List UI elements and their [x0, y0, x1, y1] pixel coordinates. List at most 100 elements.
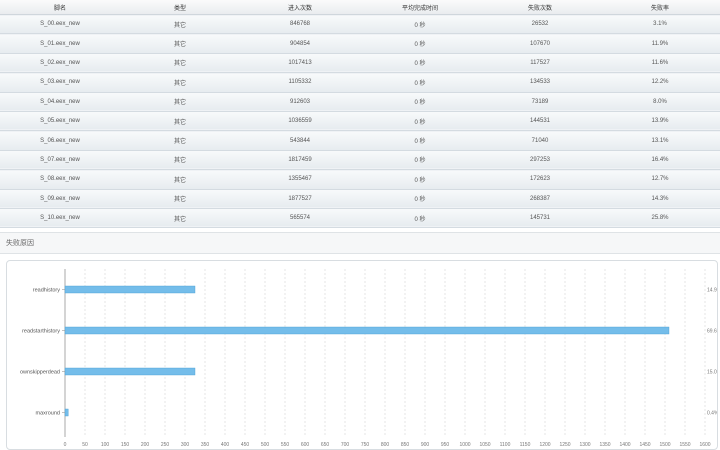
table-cell: 0 秒	[360, 92, 480, 112]
table-row[interactable]: S_08.eex_new 其它 1355467 0 秒 172623 12.7%	[0, 169, 720, 190]
table-cell: S_10.eex_new	[0, 208, 120, 229]
x-tick-label: 1450	[639, 442, 650, 448]
x-tick-label: 1150	[520, 442, 531, 448]
table-cell: 1017413	[240, 53, 360, 74]
bar	[64, 367, 196, 376]
table-row[interactable]: S_03.eex_new 其它 1105332 0 秒 134533 12.2%	[0, 72, 720, 93]
table-cell: 0 秒	[360, 53, 480, 74]
table-row[interactable]: S_02.eex_new 其它 1017413 0 秒 117527 11.6%	[0, 53, 720, 74]
x-tick-label: 1250	[559, 442, 570, 448]
x-tick-label: 1600	[699, 442, 710, 448]
x-tick-label: 1350	[599, 442, 610, 448]
table-cell: 73189	[480, 92, 600, 112]
table-row[interactable]: S_10.eex_new 其它 565574 0 秒 145731 25.8%	[0, 208, 720, 229]
table-cell: S_00.eex_new	[0, 14, 120, 35]
x-tick-label: 1500	[659, 442, 670, 448]
table-cell: 26532	[480, 14, 600, 35]
table-row[interactable]: S_01.eex_new 其它 904854 0 秒 107670 11.9%	[0, 33, 720, 54]
failure-reason-bar-chart: 0 50 100 150 200 250 300 350 400 450 500 550 600 650 7…	[20, 269, 717, 448]
x-tick-label: 1550	[679, 442, 690, 448]
x-tick-label: 50	[82, 442, 88, 448]
x-tick-label: 900	[421, 442, 430, 448]
table-cell: 11.6%	[600, 53, 720, 74]
table-cell: S_08.eex_new	[0, 169, 120, 190]
table-cell: S_01.eex_new	[0, 33, 120, 54]
table-row[interactable]: S_06.eex_new 其它 543844 0 秒 71040 13.1%	[0, 130, 720, 151]
stats-table: 脚名 类型 进入次数 平均完成时间 失败次数 失败率 S_00.eex_new 其它 8467…	[0, 0, 720, 229]
x-tick-label: 800	[381, 442, 390, 448]
table-row[interactable]: S_07.eex_new 其它 1817459 0 秒 297253 16.4%	[0, 150, 720, 171]
column-header[interactable]: 脚名	[0, 0, 120, 15]
bar	[64, 408, 69, 417]
percent-label: 15.0%	[707, 370, 717, 376]
table-cell: 0 秒	[360, 150, 480, 171]
table-cell: 其它	[120, 53, 240, 74]
table-cell: 297253	[480, 150, 600, 171]
x-tick-label: 950	[441, 442, 450, 448]
x-tick-label: 700	[341, 442, 350, 448]
section-title: 失败原因	[0, 232, 720, 254]
table-row[interactable]: S_05.eex_new 其它 1036559 0 秒 144531 13.9%	[0, 111, 720, 132]
x-tick-label: 550	[281, 442, 290, 448]
table-cell: S_02.eex_new	[0, 53, 120, 74]
x-tick-label: 750	[361, 442, 370, 448]
table-cell: 107670	[480, 33, 600, 54]
x-tick-label: 1100	[500, 442, 511, 448]
table-cell: 846768	[240, 14, 360, 35]
table-cell: S_04.eex_new	[0, 92, 120, 112]
table-cell: S_07.eex_new	[0, 150, 120, 171]
table-cell: 1355467	[240, 169, 360, 190]
category-label: readstarthistory	[22, 329, 60, 335]
table-cell: 13.1%	[600, 130, 720, 151]
table-cell: 565574	[240, 208, 360, 229]
column-header[interactable]: 平均完成时间	[360, 0, 480, 15]
column-header[interactable]: 失败率	[600, 0, 720, 15]
x-tick-label: 500	[261, 442, 270, 448]
table-cell: 268387	[480, 189, 600, 209]
table-cell: 0 秒	[360, 72, 480, 93]
table-cell: 904854	[240, 33, 360, 54]
table-cell: S_06.eex_new	[0, 130, 120, 151]
table-cell: 0 秒	[360, 111, 480, 132]
table-cell: 1036559	[240, 111, 360, 132]
x-tick-label: 350	[201, 442, 210, 448]
table-cell: 12.7%	[600, 169, 720, 190]
table-cell: 134533	[480, 72, 600, 93]
table-cell: 8.0%	[600, 92, 720, 112]
category-label: readhistory	[33, 288, 60, 294]
table-cell: 144531	[480, 111, 600, 132]
column-header[interactable]: 类型	[120, 0, 240, 15]
table-cell: 16.4%	[600, 150, 720, 171]
column-header[interactable]: 失败次数	[480, 0, 600, 15]
x-tick-label: 150	[121, 442, 130, 448]
percent-label: 0.4%	[707, 411, 717, 417]
category-label: maxround	[36, 411, 60, 417]
table-cell: S_09.eex_new	[0, 189, 120, 209]
table-cell: 3.1%	[600, 14, 720, 35]
table-cell: 1105332	[240, 72, 360, 93]
table-cell: 543844	[240, 130, 360, 151]
table-cell: 0 秒	[360, 14, 480, 35]
failure-reason-chart-panel: 0 50 100 150 200 250 300 350 400 450 500 550 600 650 7…	[6, 260, 718, 450]
x-tick-label: 650	[321, 442, 330, 448]
column-header[interactable]: 进入次数	[240, 0, 360, 15]
x-tick-label: 250	[161, 442, 170, 448]
x-tick-label: 1300	[579, 442, 590, 448]
x-tick-label: 400	[221, 442, 230, 448]
table-cell: 其它	[120, 92, 240, 112]
x-tick-label: 600	[301, 442, 310, 448]
percent-label: 69.6%	[707, 329, 717, 335]
table-cell: S_05.eex_new	[0, 111, 120, 132]
table-cell: 13.9%	[600, 111, 720, 132]
x-tick-label: 1000	[459, 442, 470, 448]
table-cell: 912603	[240, 92, 360, 112]
x-tick-label: 1050	[479, 442, 490, 448]
table-row[interactable]: S_00.eex_new 其它 846768 0 秒 26532 3.1%	[0, 14, 720, 35]
table-cell: 0 秒	[360, 130, 480, 151]
table-row[interactable]: S_04.eex_new 其它 912603 0 秒 73189 8.0%	[0, 92, 720, 112]
table-row[interactable]: S_09.eex_new 其它 1877527 0 秒 268387 14.3%	[0, 189, 720, 209]
table-cell: 其它	[120, 72, 240, 93]
table-cell: 14.3%	[600, 189, 720, 209]
table-cell: 172623	[480, 169, 600, 190]
table-cell: 25.8%	[600, 208, 720, 229]
